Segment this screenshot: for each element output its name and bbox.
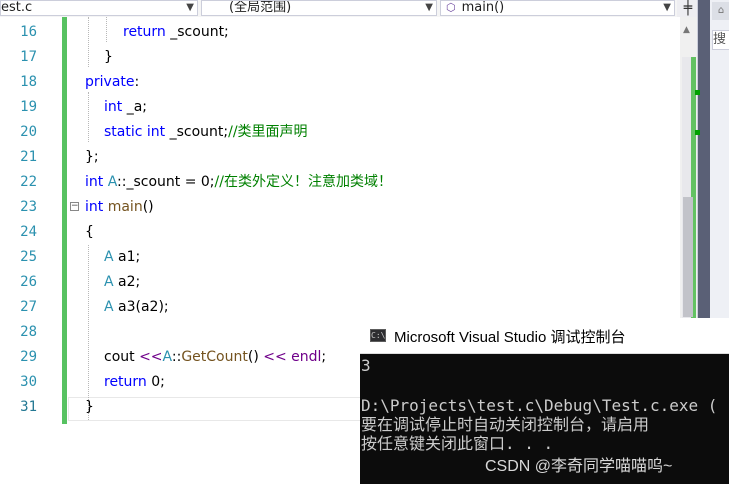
code-line-27: A a3(a2); <box>104 299 169 315</box>
split-window-button[interactable]: ╪ <box>677 0 699 17</box>
line-number: 17 <box>20 49 37 65</box>
method-cube-icon: ⬡ <box>446 1 456 14</box>
indent-guide <box>88 92 89 142</box>
scrollbar-thumb[interactable] <box>683 197 693 317</box>
search-placeholder: 搜 <box>713 32 727 47</box>
split-icon: ╪ <box>683 0 693 16</box>
line-number: 16 <box>20 24 37 40</box>
csdn-watermark: CSDN @李奇同学喵喵呜~ <box>485 458 673 475</box>
scroll-up-icon[interactable]: ▲ <box>683 25 690 35</box>
change-marker <box>695 130 700 135</box>
line-number: 29 <box>20 349 37 365</box>
console-line-output: 3 <box>361 356 371 375</box>
line-number: 30 <box>20 374 37 390</box>
line-number: 27 <box>20 299 37 315</box>
code-line-18: private: <box>85 74 140 90</box>
line-number: 19 <box>20 99 37 115</box>
indent-guide <box>106 17 107 42</box>
change-tracking-bar <box>62 17 67 424</box>
line-number: 24 <box>20 224 37 240</box>
line-number-gutter: 16 17 18 19 20 21 22 23 24 25 26 27 28 2… <box>0 17 60 484</box>
file-combo-label: est.c <box>1 0 33 15</box>
member-combo[interactable]: ⬡ main() ▼ <box>440 0 675 16</box>
line-number: 28 <box>20 324 37 340</box>
line-number: 21 <box>20 149 37 165</box>
code-line-19: int _a; <box>104 99 148 115</box>
console-title: Microsoft Visual Studio 调试控制台 <box>394 329 626 346</box>
console-line-path: D:\Projects\test.c\Debug\Test.c.exe ( <box>361 396 718 415</box>
code-line-25: A a1; <box>104 249 141 265</box>
member-combo-label: main() <box>461 0 505 15</box>
line-number-current: 31 <box>20 399 37 415</box>
code-line-29: cout <<A::GetCount() << endl; <box>104 349 327 365</box>
scope-combo-label: (全局范围) <box>229 0 292 15</box>
chevron-down-icon: ▼ <box>425 2 433 13</box>
line-number: 25 <box>20 249 37 265</box>
code-line-26: A a2; <box>104 274 141 290</box>
line-number: 23 <box>20 199 37 215</box>
collapse-toggle-icon[interactable]: − <box>70 202 79 211</box>
file-combo[interactable]: est.c ▼ <box>0 0 198 16</box>
console-line-msg1: 要在调试停止时自动关闭控制台，请启用 <box>361 415 650 434</box>
chevron-down-icon: ▼ <box>186 2 194 13</box>
code-line-24: { <box>85 224 94 240</box>
line-number: 20 <box>20 124 37 140</box>
line-number: 22 <box>20 174 37 190</box>
panel-tab[interactable]: ⌂ <box>712 2 729 20</box>
console-line-msg2: 按任意键关闭此窗口. . . <box>361 434 554 453</box>
code-line-30: return 0; <box>104 374 165 390</box>
console-app-icon: C:\ <box>370 329 386 342</box>
indent-guide <box>88 17 89 67</box>
indent-guide <box>88 245 89 420</box>
change-marker <box>695 90 700 95</box>
line-number: 18 <box>20 74 37 90</box>
code-line-20: static int _scount;//类里面声明 <box>104 124 308 140</box>
code-line-21: }; <box>85 149 99 165</box>
code-line-23: int main() <box>85 199 154 215</box>
navigation-bar: est.c ▼ (全局范围) ▼ ⬡ main() ▼ ╪ <box>0 0 706 18</box>
scope-combo[interactable]: (全局范围) ▼ <box>201 0 437 16</box>
console-titlebar[interactable]: C:\ Microsoft Visual Studio 调试控制台 <box>360 318 729 354</box>
code-line-17: } <box>104 49 113 65</box>
code-line-22: int A::_scount = 0;//在类外定义！注意加类域！ <box>85 174 392 190</box>
line-number: 26 <box>20 274 37 290</box>
panel-search-input[interactable]: 搜 <box>712 30 729 50</box>
chevron-down-icon: ▼ <box>663 2 671 13</box>
code-line-16: return _scount; <box>123 24 229 40</box>
code-line-31: } <box>85 399 94 415</box>
